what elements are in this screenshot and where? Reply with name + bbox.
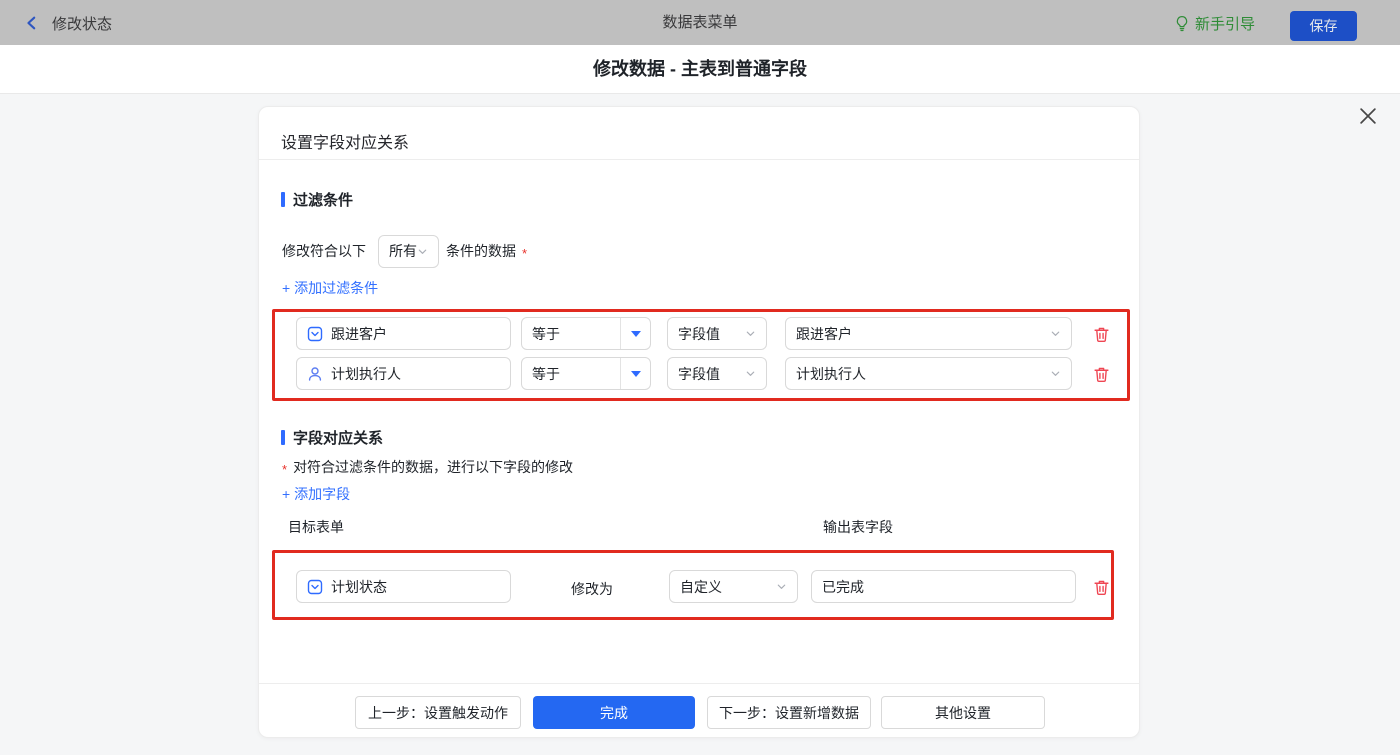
section-accent-bar <box>281 192 285 207</box>
filter-prefix-label: 修改符合以下 <box>282 243 366 259</box>
dialog-title: 修改数据 - 主表到普通字段 <box>593 59 807 79</box>
guide-label: 新手引导 <box>1195 15 1256 33</box>
footer-divider <box>259 683 1139 684</box>
settings-card: 设置字段对应关系 过滤条件 修改符合以下 所有 条件的数据 * + 添加过滤条件… <box>258 106 1140 738</box>
delete-row-icon[interactable] <box>1091 324 1111 344</box>
chevron-down-icon <box>745 368 756 379</box>
filter-suffix-label: 条件的数据 <box>446 243 516 259</box>
custom-value-input[interactable]: 已完成 <box>811 570 1076 603</box>
filter-field-input[interactable]: 跟进客户 <box>296 317 511 350</box>
required-asterisk: * <box>282 462 288 477</box>
caret-down-icon <box>621 370 650 377</box>
other-settings-button[interactable]: 其他设置 <box>881 696 1045 729</box>
match-mode-select[interactable]: 所有 <box>378 234 439 268</box>
compare-value-select[interactable]: 计划执行人 <box>785 357 1072 390</box>
delete-row-icon[interactable] <box>1091 577 1111 597</box>
chevron-down-icon <box>745 328 756 339</box>
card-title: 设置字段对应关系 <box>281 135 410 152</box>
compare-value-select[interactable]: 跟进客户 <box>785 317 1072 350</box>
add-field-link[interactable]: + 添加字段 <box>282 484 350 504</box>
guide-button[interactable]: 新手引导 <box>1174 12 1255 34</box>
chevron-down-icon <box>1050 328 1061 339</box>
filter-field-input[interactable]: 计划执行人 <box>296 357 511 390</box>
operator-select[interactable]: 等于 <box>521 317 651 350</box>
card-divider <box>259 159 1139 160</box>
mapping-description: * 对符合过滤条件的数据，进行以下字段的修改 <box>282 459 574 477</box>
person-icon <box>307 366 323 382</box>
select-field-icon <box>307 579 323 595</box>
target-form-column-header: 目标表单 <box>288 519 344 535</box>
section-accent-bar <box>281 430 285 445</box>
mapping-field-input[interactable]: 计划状态 <box>296 570 511 603</box>
caret-down-icon <box>621 330 650 337</box>
required-asterisk: * <box>522 245 528 261</box>
value-type-select[interactable]: 字段值 <box>667 317 767 350</box>
chevron-down-icon <box>417 246 428 257</box>
close-icon[interactable] <box>1356 104 1380 128</box>
delete-row-icon[interactable] <box>1091 364 1111 384</box>
value-type-select[interactable]: 字段值 <box>667 357 767 390</box>
lightbulb-icon <box>1174 15 1190 32</box>
mapping-section-title: 字段对应关系 <box>281 427 383 448</box>
operator-select[interactable]: 等于 <box>521 357 651 390</box>
add-filter-condition-link[interactable]: + 添加过滤条件 <box>282 278 378 298</box>
chevron-down-icon <box>1050 368 1061 379</box>
filter-match-line: 修改符合以下 所有 条件的数据 * <box>282 234 528 268</box>
output-field-column-header: 输出表字段 <box>823 519 893 535</box>
select-field-icon <box>307 326 323 342</box>
done-button[interactable]: 完成 <box>533 696 695 729</box>
save-button[interactable]: 保存 <box>1290 11 1357 41</box>
prev-step-button[interactable]: 上一步：设置触发动作 <box>355 696 521 729</box>
value-mode-select[interactable]: 自定义 <box>669 570 798 603</box>
next-step-button[interactable]: 下一步：设置新增数据 <box>707 696 871 729</box>
chevron-down-icon <box>776 581 787 592</box>
dialog-header: 修改数据 - 主表到普通字段 <box>0 45 1400 124</box>
filter-section-title: 过滤条件 <box>281 189 353 210</box>
modify-to-label: 修改为 <box>571 581 613 597</box>
top-bar: 修改状态 数据表菜单 新手引导 保存 <box>0 0 1400 45</box>
